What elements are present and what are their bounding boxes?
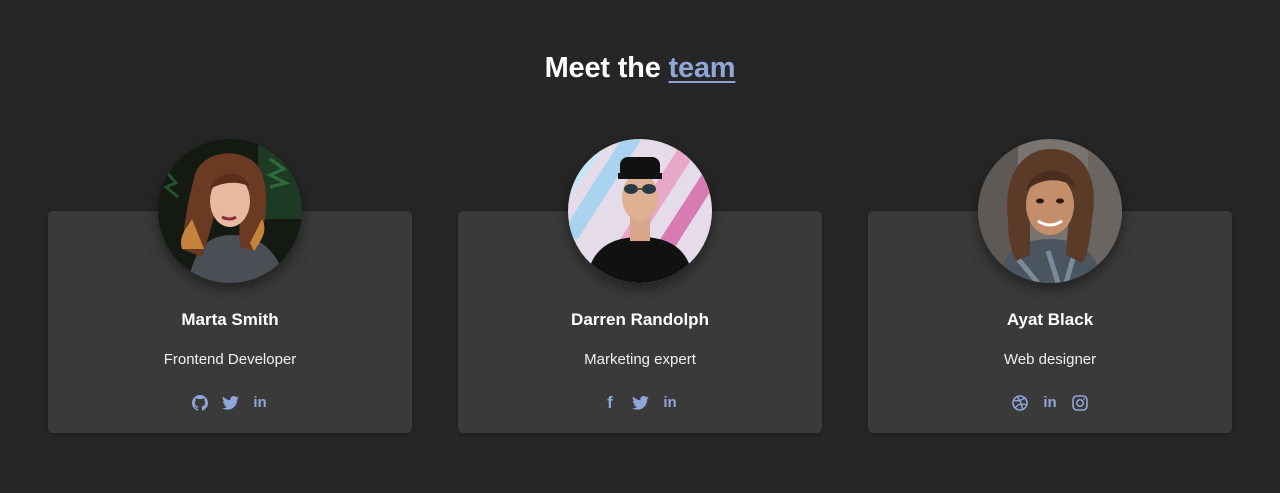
social-links: in: [868, 393, 1232, 413]
member-avatar: [978, 139, 1122, 283]
member-avatar: [568, 139, 712, 283]
member-role: Web designer: [1003, 351, 1097, 368]
member-role: Marketing expert: [584, 351, 696, 368]
social-links: f in: [458, 393, 822, 413]
team-section: Meet the team Marta Smith Frontend Devel…: [0, 0, 1280, 493]
linkedin-icon[interactable]: in: [661, 394, 679, 412]
heading-accent-link[interactable]: team: [668, 52, 735, 84]
twitter-icon[interactable]: [631, 394, 649, 412]
dribbble-icon[interactable]: [1011, 394, 1029, 412]
member-name: Darren Randolph: [571, 310, 709, 329]
github-icon[interactable]: [191, 394, 209, 412]
linkedin-icon[interactable]: in: [1041, 394, 1059, 412]
twitter-icon[interactable]: [221, 394, 239, 412]
member-name: Marta Smith: [181, 310, 279, 329]
member-role: Frontend Developer: [163, 351, 297, 368]
heading-prefix: Meet the: [544, 52, 661, 84]
linkedin-icon[interactable]: in: [251, 394, 269, 412]
member-name: Ayat Black: [1006, 310, 1094, 329]
member-avatar: [158, 139, 302, 283]
instagram-icon[interactable]: [1071, 394, 1089, 412]
social-links: in: [48, 393, 412, 413]
section-heading: Meet the team: [0, 52, 1280, 85]
facebook-icon[interactable]: f: [601, 394, 619, 412]
